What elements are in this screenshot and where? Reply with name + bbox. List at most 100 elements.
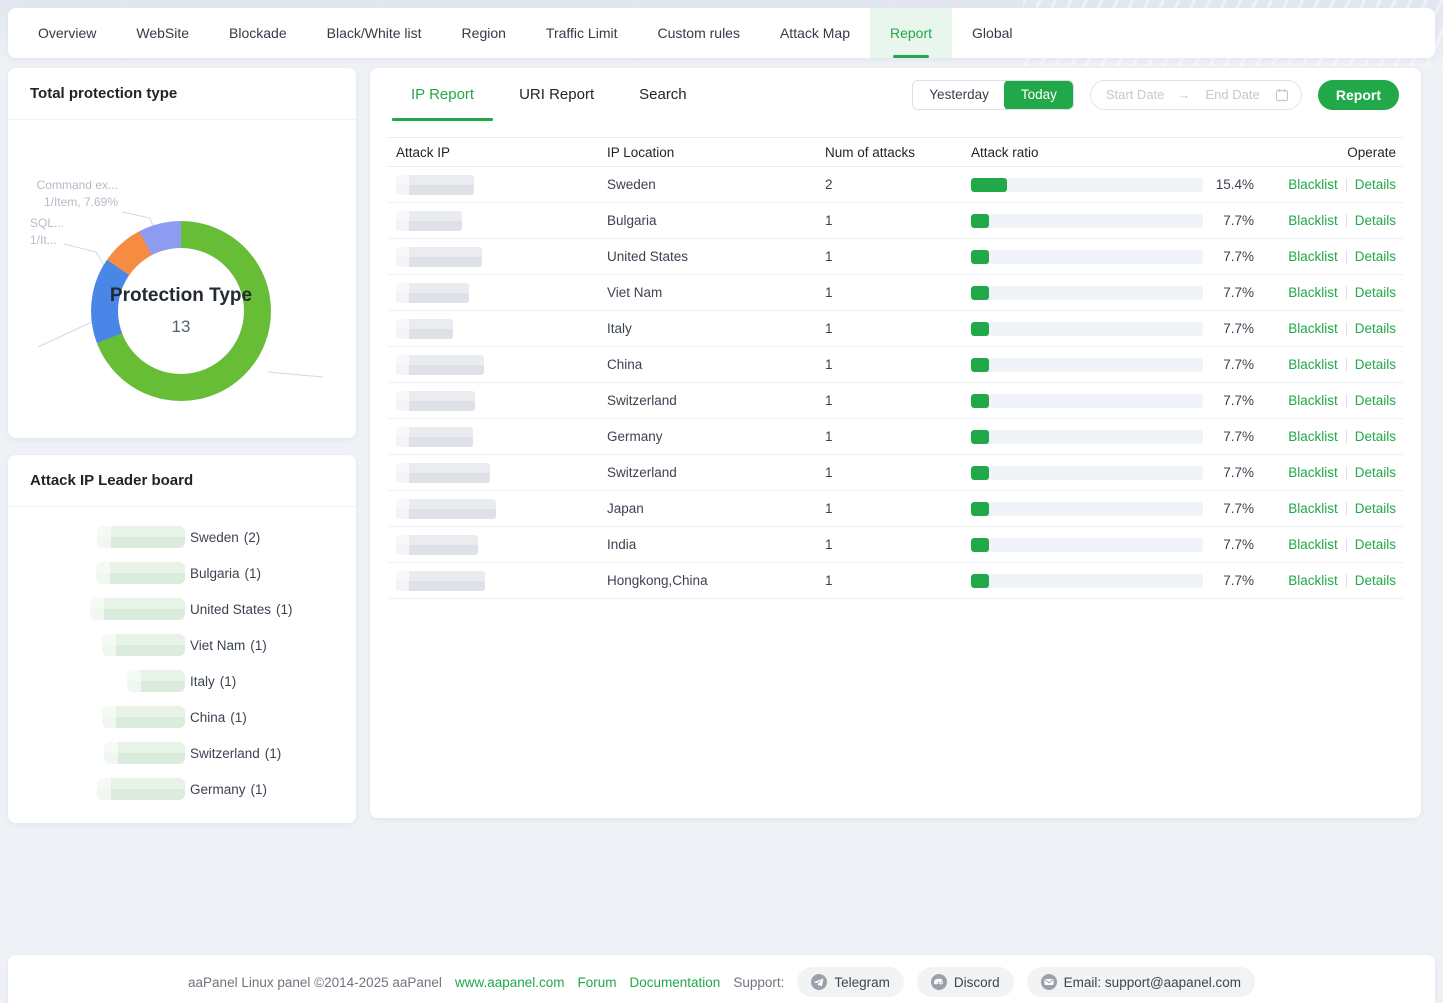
details-link[interactable]: Details <box>1355 429 1396 444</box>
attack-ip-cell <box>388 283 607 303</box>
nav-item[interactable]: Global <box>952 8 1032 58</box>
blacklist-link[interactable]: Blacklist <box>1288 465 1338 480</box>
donut-label-sql: SQL... 1/It... <box>30 215 64 249</box>
leaderboard-country: Italy <box>190 674 215 689</box>
nav-item[interactable]: Custom rules <box>638 8 760 58</box>
nav-item[interactable]: WebSite <box>116 8 209 58</box>
details-link[interactable]: Details <box>1355 321 1396 336</box>
ip-location-cell: Japan <box>607 501 825 516</box>
num-attacks-cell: 1 <box>825 249 971 264</box>
ratio-fill <box>971 322 989 336</box>
website-link[interactable]: www.aapanel.com <box>455 975 565 990</box>
attack-ip-leaderboard-panel: Attack IP Leader board Sweden (2) Bulgar… <box>8 455 356 823</box>
table-row: China 1 7.7% Blacklist Details <box>388 347 1403 383</box>
nav-item[interactable]: Blockade <box>209 8 307 58</box>
ip-location-cell: United States <box>607 249 825 264</box>
operate-cell: Blacklist Details <box>1254 429 1403 444</box>
table-row: Japan 1 7.7% Blacklist Details <box>388 491 1403 527</box>
ratio-fill <box>971 502 989 516</box>
blacklist-link[interactable]: Blacklist <box>1288 285 1338 300</box>
leaderboard-row: Germany (1) <box>8 771 356 807</box>
report-tab[interactable]: Search <box>620 68 706 121</box>
details-link[interactable]: Details <box>1355 177 1396 192</box>
details-link[interactable]: Details <box>1355 465 1396 480</box>
leaderboard-country: Bulgaria <box>190 566 240 581</box>
num-attacks-cell: 1 <box>825 393 971 408</box>
attack-ratio-cell: 7.7% <box>971 573 1254 588</box>
redacted-ip <box>396 247 482 267</box>
date-preset-toggle: Yesterday Today <box>912 80 1074 110</box>
blacklist-link[interactable]: Blacklist <box>1288 537 1338 552</box>
donut-label-command: Command ex... 1/Item, 7.69% <box>14 177 118 211</box>
redacted-ip <box>396 175 474 195</box>
blacklist-link[interactable]: Blacklist <box>1288 573 1338 588</box>
top-nav: Overview WebSite Blockade Black/White li… <box>8 8 1435 58</box>
panel-title: Total protection type <box>8 68 356 120</box>
leaderboard-row: Switzerland (1) <box>8 735 356 771</box>
link-divider <box>1346 394 1347 407</box>
nav-item[interactable]: Overview <box>18 8 116 58</box>
leaderboard-country: Germany <box>190 782 246 797</box>
donut-center-title: Protection Type <box>110 285 252 307</box>
forum-link[interactable]: Forum <box>578 975 617 990</box>
blacklist-link[interactable]: Blacklist <box>1288 357 1338 372</box>
telegram-button[interactable]: Telegram <box>797 967 904 997</box>
protection-donut-chart: Command ex... 1/Item, 7.69% SQL... 1/It.… <box>8 120 356 436</box>
report-tab[interactable]: URI Report <box>500 68 613 121</box>
details-link[interactable]: Details <box>1355 501 1396 516</box>
leaderboard-count: (1) <box>245 566 262 581</box>
blacklist-link[interactable]: Blacklist <box>1288 213 1338 228</box>
ratio-track <box>971 250 1203 264</box>
attack-ip-cell <box>388 247 607 267</box>
header-attack-ratio: Attack ratio <box>971 145 1254 160</box>
leaderboard-row: Sweden (2) <box>8 519 356 555</box>
blacklist-link[interactable]: Blacklist <box>1288 321 1338 336</box>
blacklist-link[interactable]: Blacklist <box>1288 177 1338 192</box>
nav-item[interactable]: Black/White list <box>307 8 442 58</box>
redacted-ip <box>396 211 462 231</box>
blacklist-link[interactable]: Blacklist <box>1288 501 1338 516</box>
report-button[interactable]: Report <box>1318 80 1399 110</box>
documentation-link[interactable]: Documentation <box>630 975 721 990</box>
donut-center-value: 13 <box>172 317 191 337</box>
nav-item[interactable]: Traffic Limit <box>526 8 638 58</box>
details-link[interactable]: Details <box>1355 393 1396 408</box>
operate-cell: Blacklist Details <box>1254 537 1403 552</box>
ip-location-cell: China <box>607 357 825 372</box>
blacklist-link[interactable]: Blacklist <box>1288 249 1338 264</box>
discord-button[interactable]: Discord <box>917 967 1014 997</box>
nav-item[interactable]: Region <box>442 8 526 58</box>
details-link[interactable]: Details <box>1355 249 1396 264</box>
discord-icon <box>931 974 947 990</box>
table-row: Germany 1 7.7% Blacklist Details <box>388 419 1403 455</box>
details-link[interactable]: Details <box>1355 285 1396 300</box>
ratio-track <box>971 574 1203 588</box>
date-range-input[interactable]: Start Date → End Date <box>1090 80 1302 110</box>
email-button[interactable]: Email: support@aapanel.com <box>1027 967 1255 997</box>
report-tab[interactable]: IP Report <box>392 68 493 121</box>
blacklist-link[interactable]: Blacklist <box>1288 429 1338 444</box>
details-link[interactable]: Details <box>1355 357 1396 372</box>
operate-cell: Blacklist Details <box>1254 501 1403 516</box>
attack-ip-cell <box>388 463 607 483</box>
details-link[interactable]: Details <box>1355 213 1396 228</box>
leaderboard-count: (1) <box>220 674 237 689</box>
leaderboard-country: Switzerland <box>190 746 260 761</box>
nav-item[interactable]: Attack Map <box>760 8 870 58</box>
attack-ip-cell <box>388 211 607 231</box>
telegram-label: Telegram <box>834 975 890 990</box>
table-row: Italy 1 7.7% Blacklist Details <box>388 311 1403 347</box>
link-divider <box>1346 286 1347 299</box>
nav-item[interactable]: Report <box>870 8 952 58</box>
blacklist-link[interactable]: Blacklist <box>1288 393 1338 408</box>
details-link[interactable]: Details <box>1355 537 1396 552</box>
today-button[interactable]: Today <box>1004 80 1074 110</box>
details-link[interactable]: Details <box>1355 573 1396 588</box>
attack-ip-cell <box>388 391 607 411</box>
link-divider <box>1346 214 1347 227</box>
attack-ratio-cell: 7.7% <box>971 357 1254 372</box>
yesterday-button[interactable]: Yesterday <box>913 81 1005 109</box>
table-row: Hongkong,China 1 7.7% Blacklist Details <box>388 563 1403 599</box>
report-panel: IP Report URI Report Search Yesterday To… <box>370 68 1421 818</box>
ratio-fill <box>971 214 989 228</box>
